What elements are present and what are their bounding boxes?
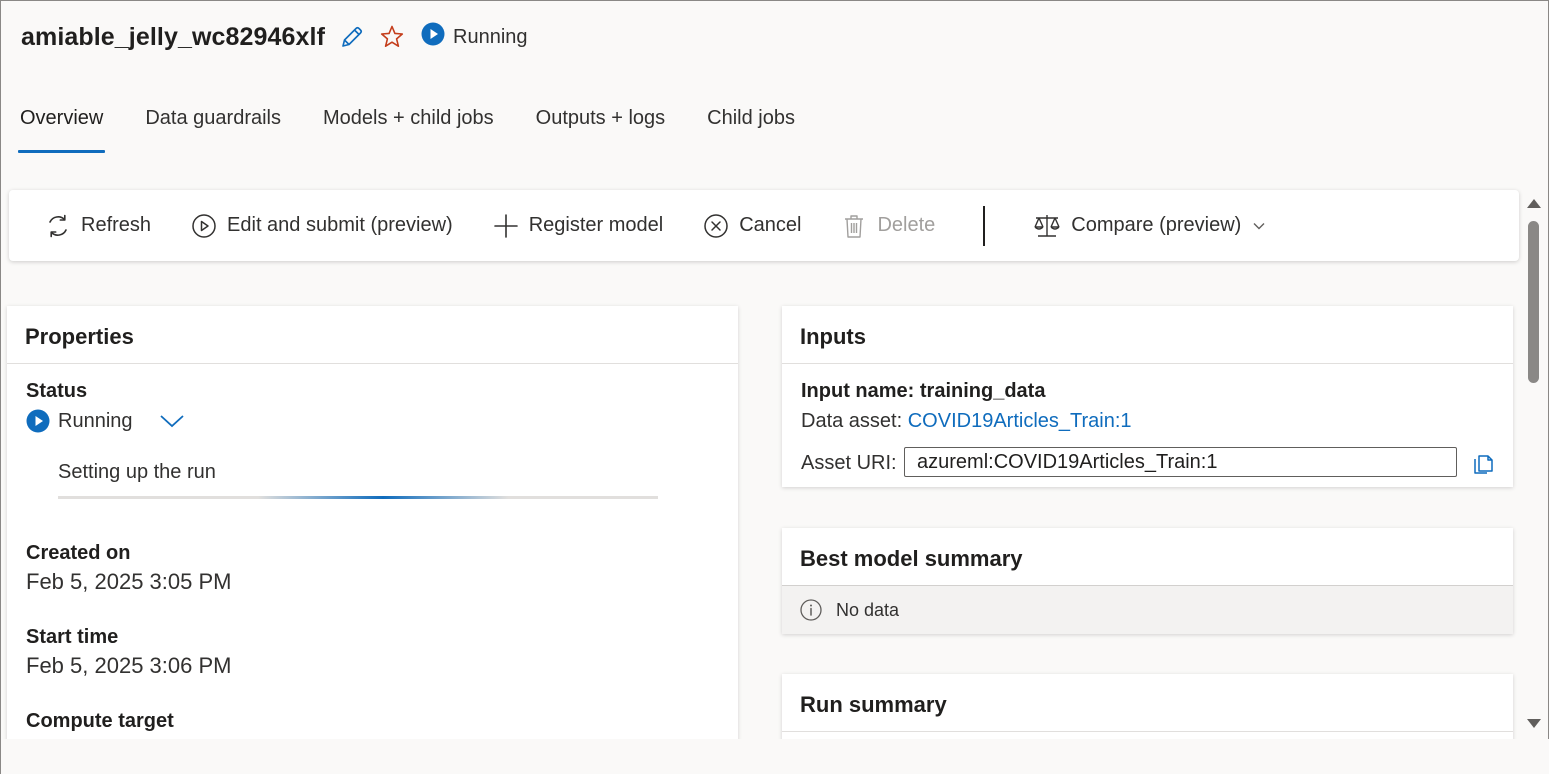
- status-text: Running: [453, 25, 528, 48]
- chevron-down-icon: [1253, 222, 1265, 230]
- no-data-message: No data: [782, 586, 1513, 634]
- scrollbar-thumb[interactable]: [1528, 221, 1539, 383]
- command-bar: Refresh Edit and submit (preview) Regist…: [9, 190, 1519, 261]
- status-value: Running: [58, 409, 133, 432]
- tab-child-jobs[interactable]: Child jobs: [705, 101, 797, 153]
- cancel-label: Cancel: [739, 214, 802, 236]
- start-time-label: Start time: [26, 626, 119, 648]
- status-label: Status: [26, 380, 88, 402]
- bottom-background: [1, 739, 1549, 774]
- compare-button[interactable]: Compare (preview): [1033, 213, 1265, 239]
- best-model-title: Best model summary: [782, 528, 1513, 586]
- tab-bar: Overview Data guardrails Models + child …: [18, 101, 835, 153]
- status-section: Status Running: [26, 380, 185, 433]
- delete-label: Delete: [877, 214, 936, 236]
- compute-target-label: Compute target: [26, 710, 174, 732]
- play-outline-icon: [191, 213, 217, 239]
- inputs-title: Inputs: [782, 306, 1513, 364]
- page-header: amiable_jelly_wc82946xlf Running: [21, 19, 528, 55]
- trash-icon: [841, 213, 867, 239]
- register-model-label: Register model: [528, 214, 664, 236]
- tab-outputs-logs[interactable]: Outputs + logs: [534, 101, 668, 153]
- asset-uri-label: Asset URI:: [801, 452, 897, 474]
- created-on-label: Created on: [26, 542, 131, 564]
- best-model-card: Best model summary No data: [782, 528, 1513, 634]
- input-name: Input name: training_data: [801, 380, 1046, 402]
- status-badge: Running: [421, 22, 528, 52]
- pencil-icon[interactable]: [339, 24, 365, 50]
- compute-target-section: Compute target: [26, 710, 174, 733]
- status-row: Running: [26, 409, 185, 433]
- data-asset-row: Data asset: COVID19Articles_Train:1: [801, 410, 1132, 433]
- refresh-label: Refresh: [81, 214, 152, 236]
- inputs-card: Inputs Input name: training_data Data as…: [782, 306, 1513, 487]
- tab-data-guardrails[interactable]: Data guardrails: [143, 101, 283, 153]
- play-circle-icon: [421, 22, 445, 52]
- cancel-button[interactable]: Cancel: [703, 213, 801, 239]
- star-icon[interactable]: [379, 24, 405, 50]
- properties-title: Properties: [7, 306, 738, 364]
- chevron-down-icon[interactable]: [159, 413, 185, 429]
- play-circle-icon: [26, 409, 50, 433]
- status-detail: Setting up the run: [58, 461, 216, 483]
- asset-uri-field[interactable]: [904, 447, 1457, 477]
- register-model-button[interactable]: Register model: [493, 213, 664, 239]
- edit-submit-label: Edit and submit (preview): [227, 214, 453, 236]
- progress-indicator: [258, 496, 508, 499]
- start-time-section: Start time Feb 5, 2025 3:06 PM: [26, 626, 231, 679]
- info-icon: [800, 599, 822, 621]
- plus-icon: [493, 213, 519, 239]
- scroll-down-icon[interactable]: [1527, 719, 1541, 728]
- run-summary-title: Run summary: [782, 674, 1513, 732]
- properties-card: Properties Status Running Setting up the…: [7, 306, 738, 746]
- toolbar-divider: [983, 205, 986, 246]
- created-on-section: Created on Feb 5, 2025 3:05 PM: [26, 542, 231, 595]
- copy-icon[interactable]: [1472, 452, 1494, 479]
- scales-icon: [1033, 213, 1061, 239]
- tab-overview[interactable]: Overview: [18, 101, 106, 153]
- cancel-circle-icon: [703, 213, 729, 239]
- vertical-scrollbar[interactable]: [1523, 191, 1545, 736]
- tab-models-child-jobs[interactable]: Models + child jobs: [321, 101, 496, 153]
- created-on-value: Feb 5, 2025 3:05 PM: [26, 569, 232, 594]
- data-asset-label: Data asset:: [801, 410, 903, 432]
- edit-submit-button[interactable]: Edit and submit (preview): [191, 213, 453, 239]
- refresh-button[interactable]: Refresh: [45, 213, 151, 239]
- start-time-value: Feb 5, 2025 3:06 PM: [26, 653, 232, 678]
- compare-label: Compare (preview): [1071, 214, 1242, 236]
- scroll-up-icon[interactable]: [1527, 199, 1541, 208]
- data-asset-link[interactable]: COVID19Articles_Train:1: [908, 410, 1132, 432]
- delete-button[interactable]: Delete: [841, 213, 935, 239]
- page-title: amiable_jelly_wc82946xlf: [21, 22, 325, 51]
- refresh-icon: [45, 213, 71, 239]
- progress-bar: [58, 496, 658, 499]
- no-data-text: No data: [836, 599, 900, 620]
